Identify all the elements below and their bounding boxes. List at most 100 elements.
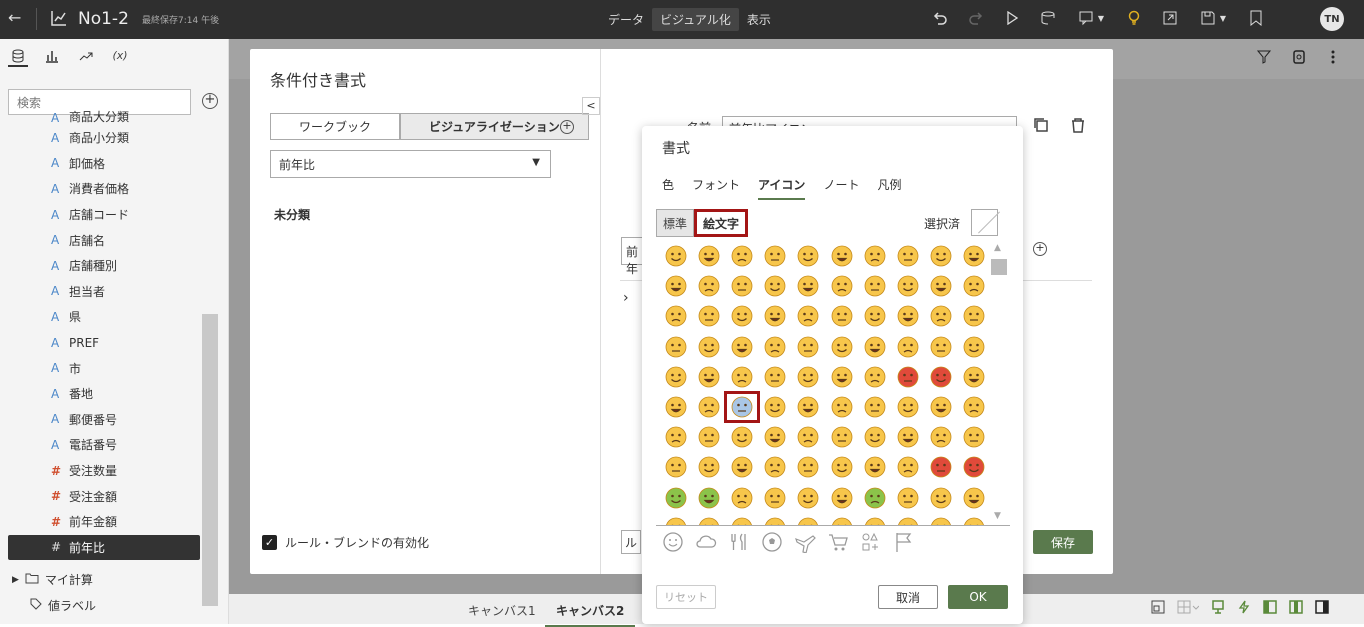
scope-workbook-button[interactable]: ワークブック: [270, 113, 401, 140]
export-icon[interactable]: [1160, 8, 1180, 28]
flag-icon[interactable]: [893, 531, 915, 553]
copy-icon[interactable]: [1033, 117, 1049, 136]
emoji-face-icon[interactable]: [792, 332, 825, 362]
emoji-face-icon[interactable]: [692, 392, 725, 422]
emoji-face-icon[interactable]: [825, 452, 858, 482]
emoji-face-icon[interactable]: [759, 452, 792, 482]
emoji-face-icon[interactable]: [891, 271, 924, 301]
emoji-face-icon[interactable]: [958, 332, 991, 362]
checkbox-checked-icon[interactable]: ✓: [262, 535, 277, 550]
comment-icon[interactable]: ▼: [1074, 8, 1108, 28]
emoji-face-icon[interactable]: [925, 392, 958, 422]
emoji-face-icon[interactable]: [891, 513, 924, 525]
emoji-face-icon[interactable]: [958, 362, 991, 392]
emoji-face-icon[interactable]: [891, 422, 924, 452]
emoji-face-icon[interactable]: [925, 452, 958, 482]
emoji-face-icon[interactable]: [858, 271, 891, 301]
dining-icon[interactable]: [728, 531, 750, 553]
add-condition-icon[interactable]: +: [1033, 242, 1047, 256]
emoji-face-icon[interactable]: [659, 332, 692, 362]
emoji-face-icon[interactable]: [792, 362, 825, 392]
panel-center-icon[interactable]: [1289, 600, 1303, 617]
list-item[interactable]: A 商品大分類: [0, 107, 210, 125]
emoji-face-icon[interactable]: [759, 483, 792, 513]
panel-right-icon[interactable]: [1315, 600, 1329, 617]
list-item[interactable]: A PREF: [0, 330, 210, 356]
database-icon[interactable]: [8, 49, 28, 67]
emoji-face-icon[interactable]: [692, 362, 725, 392]
lightning-icon[interactable]: [1237, 600, 1251, 617]
emoji-face-icon[interactable]: [825, 422, 858, 452]
emoji-face-icon[interactable]: [724, 390, 760, 424]
save-icon[interactable]: ▼: [1196, 8, 1230, 28]
emoji-face-icon[interactable]: [825, 241, 858, 271]
emoji-face-icon[interactable]: [958, 513, 991, 525]
emoji-face-icon[interactable]: [891, 301, 924, 331]
canvas-tab-1[interactable]: キャンバス1: [468, 602, 536, 619]
ok-button[interactable]: OK: [948, 585, 1008, 609]
add-rule-icon[interactable]: +: [560, 120, 574, 134]
scrollbar[interactable]: [202, 314, 218, 606]
emoji-face-icon[interactable]: [825, 392, 858, 422]
list-item[interactable]: A市: [0, 355, 210, 381]
tab-note[interactable]: ノート: [823, 176, 859, 200]
emoji-face-icon[interactable]: [925, 332, 958, 362]
panel-left-icon[interactable]: [1263, 600, 1277, 617]
tab-font[interactable]: フォント: [692, 176, 740, 200]
soccer-ball-icon[interactable]: [761, 531, 783, 553]
emoji-face-icon[interactable]: [891, 362, 924, 392]
folder-value-labels[interactable]: 値ラベル: [30, 597, 96, 614]
emoji-face-icon[interactable]: [858, 301, 891, 331]
emoji-face-icon[interactable]: [759, 422, 792, 452]
emoji-face-icon[interactable]: [725, 513, 758, 525]
emoji-face-icon[interactable]: [659, 362, 692, 392]
emoji-face-icon[interactable]: [825, 332, 858, 362]
emoji-face-icon[interactable]: [659, 483, 692, 513]
emoji-face-icon[interactable]: [792, 483, 825, 513]
reset-button[interactable]: リセット: [656, 585, 716, 609]
list-item[interactable]: A 番地: [0, 381, 210, 407]
emoji-face-icon[interactable]: [825, 301, 858, 331]
emoji-face-icon[interactable]: [958, 422, 991, 452]
scroll-thumb[interactable]: [991, 259, 1007, 275]
emoji-face-icon[interactable]: [659, 452, 692, 482]
emoji-face-icon[interactable]: [958, 301, 991, 331]
cloud-icon[interactable]: [695, 531, 717, 553]
emoji-face-icon[interactable]: [692, 301, 725, 331]
expand-arrow-icon[interactable]: ▶: [12, 575, 19, 585]
canvas-tab-2[interactable]: キャンバス2: [545, 600, 636, 627]
enable-checkbox-row[interactable]: ✓ ルール・ブレンドの有効化: [262, 534, 429, 551]
save-button[interactable]: 保存: [1033, 530, 1093, 554]
list-item[interactable]: # 前年金額: [0, 509, 210, 535]
standard-button[interactable]: 標準: [656, 209, 695, 237]
emoji-face-icon[interactable]: [692, 241, 725, 271]
avatar[interactable]: TN: [1320, 7, 1344, 31]
emoji-face-icon[interactable]: [725, 422, 758, 452]
scroll-down-icon[interactable]: ▼: [994, 511, 1001, 521]
trash-icon[interactable]: [1070, 117, 1086, 136]
emoji-face-icon[interactable]: [958, 483, 991, 513]
emoji-face-icon[interactable]: [659, 301, 692, 331]
emoji-face-icon[interactable]: [692, 452, 725, 482]
emoji-face-icon[interactable]: [792, 271, 825, 301]
redo-icon[interactable]: [966, 8, 986, 28]
cancel-button[interactable]: 取消: [878, 585, 938, 609]
emoji-face-icon[interactable]: [692, 332, 725, 362]
emoji-face-icon[interactable]: [792, 513, 825, 525]
trend-icon[interactable]: [76, 49, 96, 67]
list-item[interactable]: A 店舗種別: [0, 253, 210, 279]
emoji-face-icon[interactable]: [759, 362, 792, 392]
emoji-face-icon[interactable]: [858, 392, 891, 422]
emoji-face-icon[interactable]: [858, 362, 891, 392]
list-item[interactable]: A 担当者: [0, 279, 210, 305]
list-item[interactable]: A 郵便番号: [0, 407, 210, 433]
emoji-face-icon[interactable]: [858, 513, 891, 525]
emoji-face-icon[interactable]: [759, 513, 792, 525]
list-item[interactable]: A 店舗名: [0, 227, 210, 253]
emoji-face-icon[interactable]: [692, 483, 725, 513]
tab-icon[interactable]: アイコン: [758, 176, 806, 200]
symbols-icon[interactable]: [860, 531, 882, 553]
emoji-face-icon[interactable]: [792, 452, 825, 482]
emoji-face-icon[interactable]: [858, 332, 891, 362]
more-icon[interactable]: [1323, 47, 1343, 67]
